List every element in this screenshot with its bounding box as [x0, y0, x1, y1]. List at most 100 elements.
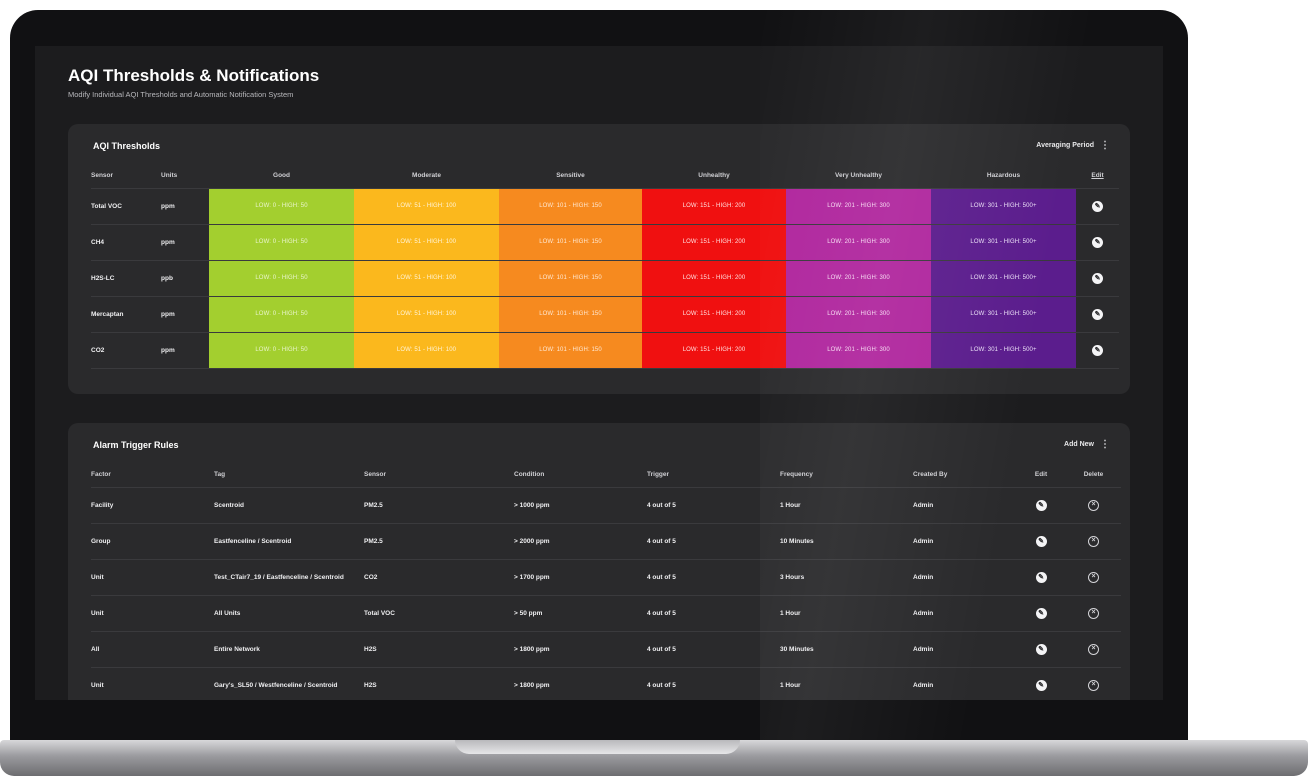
sensor-cell: H2S [364, 667, 514, 700]
condition-cell: > 1800 ppm [514, 667, 647, 700]
moderate-range: LOW: 51 - HIGH: 100 [354, 332, 499, 369]
pencil-circle-icon[interactable]: ✎ [1092, 272, 1103, 284]
delete-cell: × [1066, 523, 1121, 560]
edit-cell: ✎ [1016, 595, 1066, 632]
table-row: Group Eastfenceline / Scentroid PM2.5 > … [91, 523, 1121, 560]
very-unhealthy-range: LOW: 201 - HIGH: 300 [786, 296, 931, 333]
sensitive-range: LOW: 101 - HIGH: 150 [499, 296, 642, 333]
pencil-circle-icon[interactable]: ✎ [1035, 607, 1047, 619]
alarm-trigger-rules-card: Alarm Trigger Rules Add New ⋮ Factor Tag… [68, 423, 1130, 700]
edit-cell: ✎ [1016, 523, 1066, 560]
frequency-cell: 1 Hour [780, 595, 913, 632]
frequency-cell: 1 Hour [780, 487, 913, 524]
pencil-circle-icon[interactable]: ✎ [1035, 571, 1047, 583]
aqi-thresholds-card: AQI Thresholds Averaging Period ⋮ Sensor… [68, 124, 1130, 394]
page-title: AQI Thresholds & Notifications [68, 66, 320, 85]
hazardous-range: LOW: 301 - HIGH: 500+ [931, 332, 1076, 369]
factor-cell: Unit [91, 559, 214, 596]
factor-cell: Facility [91, 487, 214, 524]
very-unhealthy-range: LOW: 201 - HIGH: 300 [786, 332, 931, 369]
sensor-units: ppm [161, 188, 209, 225]
trigger-cell: 4 out of 5 [647, 631, 780, 668]
tag-cell: All Units [214, 595, 364, 632]
sensor-name: CH4 [91, 224, 161, 261]
moderate-range: LOW: 51 - HIGH: 100 [354, 188, 499, 225]
col-header-trigger: Trigger [647, 463, 780, 488]
col-header-good: Good [209, 164, 354, 189]
sensor-name: Total VOC [91, 188, 161, 225]
edit-cell: ✎ [1076, 260, 1119, 297]
sensor-units: ppb [161, 260, 209, 297]
laptop-notch [455, 740, 740, 754]
alarm-rules-table: Factor Tag Sensor Condition Trigger Freq… [91, 463, 1121, 700]
table-row: Unit Test_CTair7_19 / Eastfenceline / Sc… [91, 559, 1121, 596]
tag-cell: Scentroid [214, 487, 364, 524]
table-row: Unit All Units Total VOC > 50 ppm 4 out … [91, 595, 1121, 632]
close-circle-icon[interactable]: × [1088, 643, 1099, 655]
alarm-header-row: Factor Tag Sensor Condition Trigger Freq… [91, 463, 1121, 488]
factor-cell: Unit [91, 667, 214, 700]
pencil-circle-icon[interactable]: ✎ [1092, 236, 1103, 248]
col-header-condition: Condition [514, 463, 647, 488]
created-by-cell: Admin [913, 667, 1016, 700]
condition-cell: > 1800 ppm [514, 631, 647, 668]
pencil-circle-icon[interactable]: ✎ [1035, 499, 1047, 511]
unhealthy-range: LOW: 151 - HIGH: 200 [642, 224, 786, 261]
pencil-circle-icon[interactable]: ✎ [1035, 535, 1047, 547]
sensor-cell: PM2.5 [364, 487, 514, 524]
good-range: LOW: 0 - HIGH: 50 [209, 296, 354, 333]
trigger-cell: 4 out of 5 [647, 487, 780, 524]
hazardous-range: LOW: 301 - HIGH: 500+ [931, 224, 1076, 261]
pencil-circle-icon[interactable]: ✎ [1035, 643, 1047, 655]
factor-cell: Group [91, 523, 214, 560]
edit-cell: ✎ [1016, 487, 1066, 524]
very-unhealthy-range: LOW: 201 - HIGH: 300 [786, 188, 931, 225]
close-circle-icon[interactable]: × [1088, 535, 1099, 547]
table-row: All Entire Network H2S > 1800 ppm 4 out … [91, 631, 1121, 668]
good-range: LOW: 0 - HIGH: 50 [209, 188, 354, 225]
hazardous-range: LOW: 301 - HIGH: 500+ [931, 188, 1076, 225]
kebab-menu-icon[interactable]: ⋮ [1100, 140, 1110, 151]
created-by-cell: Admin [913, 559, 1016, 596]
unhealthy-range: LOW: 151 - HIGH: 200 [642, 188, 786, 225]
sensitive-range: LOW: 101 - HIGH: 150 [499, 260, 642, 297]
close-circle-icon[interactable]: × [1088, 679, 1099, 691]
trigger-cell: 4 out of 5 [647, 523, 780, 560]
aqi-thresholds-title: AQI Thresholds [93, 141, 161, 151]
close-circle-icon[interactable]: × [1088, 571, 1099, 583]
close-circle-icon[interactable]: × [1088, 499, 1099, 511]
sensor-units: ppm [161, 224, 209, 261]
pencil-circle-icon[interactable]: ✎ [1092, 308, 1103, 320]
hazardous-range: LOW: 301 - HIGH: 500+ [931, 296, 1076, 333]
frequency-cell: 1 Hour [780, 667, 913, 700]
delete-cell: × [1066, 631, 1121, 668]
table-row: Total VOC ppm LOW: 0 - HIGH: 50 LOW: 51 … [91, 188, 1119, 225]
sensor-name: H2S-LC [91, 260, 161, 297]
col-header-unhealthy: Unhealthy [642, 164, 786, 189]
table-row: CO2 ppm LOW: 0 - HIGH: 50 LOW: 51 - HIGH… [91, 332, 1119, 369]
col-header-hazardous: Hazardous [931, 164, 1076, 189]
tag-cell: Gary's_SL50 / Westfenceline / Scentroid [214, 667, 364, 700]
table-row: Mercaptan ppm LOW: 0 - HIGH: 50 LOW: 51 … [91, 296, 1119, 333]
add-new-menu[interactable]: Add New ⋮ [1064, 439, 1110, 450]
col-header-sensitive: Sensitive [499, 164, 642, 189]
col-header-units: Units [161, 164, 209, 189]
delete-cell: × [1066, 487, 1121, 524]
kebab-menu-icon[interactable]: ⋮ [1100, 439, 1110, 450]
averaging-period-label: Averaging Period [1036, 142, 1094, 149]
table-row: Unit Gary's_SL50 / Westfenceline / Scent… [91, 667, 1121, 700]
pencil-circle-icon[interactable]: ✎ [1092, 344, 1103, 356]
created-by-cell: Admin [913, 595, 1016, 632]
hazardous-range: LOW: 301 - HIGH: 500+ [931, 260, 1076, 297]
close-circle-icon[interactable]: × [1088, 607, 1099, 619]
frequency-cell: 30 Minutes [780, 631, 913, 668]
col-header-tag: Tag [214, 463, 364, 488]
good-range: LOW: 0 - HIGH: 50 [209, 224, 354, 261]
table-row: Facility Scentroid PM2.5 > 1000 ppm 4 ou… [91, 487, 1121, 524]
col-header-edit[interactable]: Edit [1076, 164, 1119, 189]
averaging-period-menu[interactable]: Averaging Period ⋮ [1036, 140, 1110, 151]
condition-cell: > 1000 ppm [514, 487, 647, 524]
pencil-circle-icon[interactable]: ✎ [1092, 200, 1103, 212]
pencil-circle-icon[interactable]: ✎ [1035, 679, 1047, 691]
col-header-sensor: Sensor [91, 164, 161, 189]
